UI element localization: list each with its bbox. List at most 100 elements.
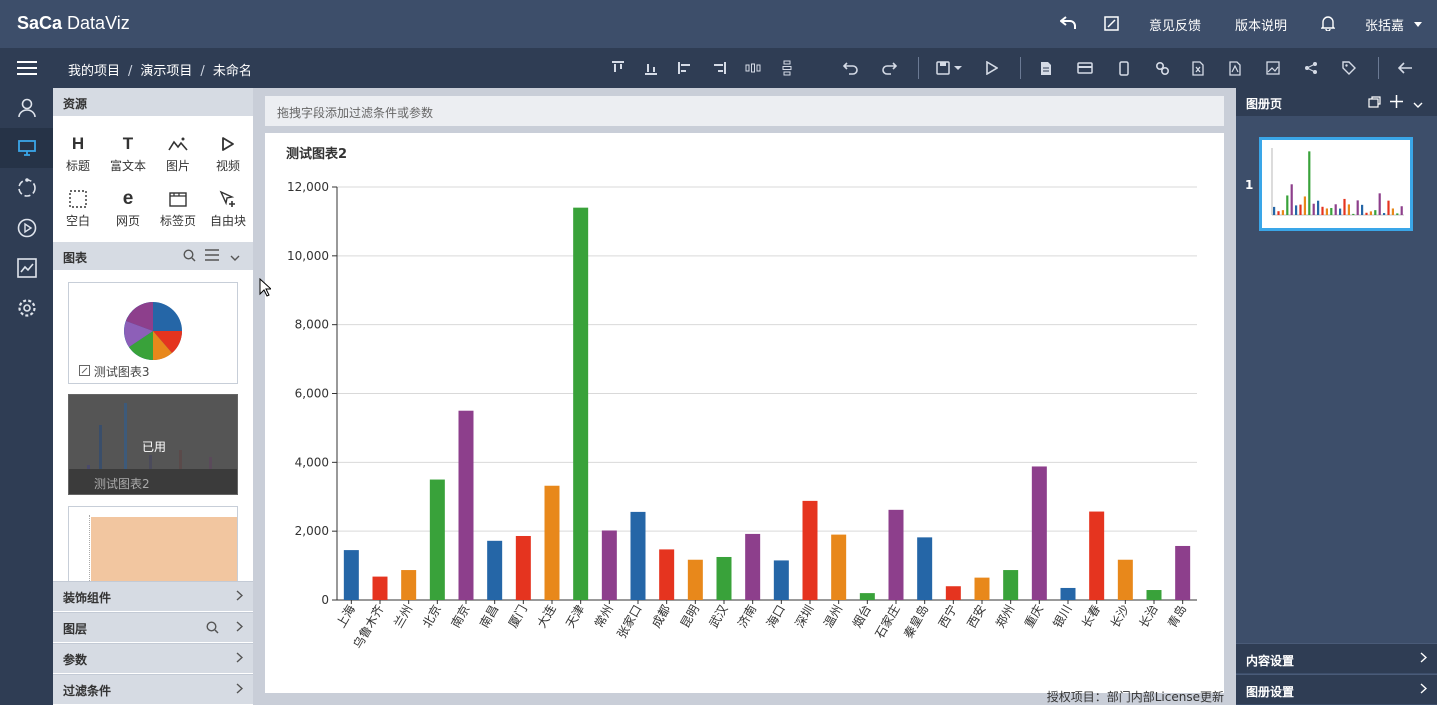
resource-rich-text[interactable]: T 富文本	[108, 133, 148, 174]
pdf-icon[interactable]	[1224, 57, 1246, 79]
link-icon[interactable]	[1151, 57, 1173, 79]
params-bar[interactable]: 参数	[53, 643, 253, 673]
mobile-icon[interactable]	[1113, 57, 1135, 79]
resource-video[interactable]: 视频	[208, 133, 248, 174]
resource-title[interactable]: H 标题	[58, 133, 98, 174]
tag-icon[interactable]	[1338, 57, 1360, 79]
share-icon[interactable]	[1300, 57, 1322, 79]
page-icon[interactable]	[1035, 57, 1057, 79]
user-menu[interactable]: 张括嘉	[1365, 15, 1404, 34]
bar-常州	[601, 530, 617, 600]
chart-card[interactable]: 测试图表2 0 2,000 4,000 6,000 8,000 10,000 12,000 上海…	[265, 133, 1224, 693]
chart-title: 测试图表2	[286, 146, 347, 162]
distribute-horizontal-icon[interactable]	[742, 57, 764, 79]
chart-thumb-label: 测试图表3	[79, 363, 149, 380]
license-text: 授权项目：部门内部License更新	[1046, 690, 1224, 704]
resource-tabs[interactable]: 标签页	[158, 188, 198, 229]
breadcrumb-item-demo[interactable]: 演示项目	[140, 64, 192, 79]
edit-icon[interactable]	[79, 365, 90, 379]
toolbar-divider	[1378, 57, 1379, 79]
table-thumbnail	[91, 517, 237, 582]
screen-icon[interactable]	[0, 128, 53, 168]
resource-webpage[interactable]: e 网页	[108, 188, 148, 229]
undo-icon[interactable]	[840, 57, 862, 79]
chart-thumb-pie[interactable]: 测试图表3	[68, 282, 238, 384]
refresh-circle-icon[interactable]	[0, 168, 53, 208]
search-icon[interactable]	[206, 621, 219, 637]
image-icon[interactable]	[1262, 57, 1284, 79]
bar-张家口	[630, 511, 646, 600]
layers-bar[interactable]: 图层	[53, 612, 253, 642]
filter-drop-zone[interactable]: 拖拽字段添加过滤条件或参数	[265, 96, 1224, 126]
add-page-icon[interactable]	[1390, 95, 1403, 111]
thumb-bar	[1317, 200, 1320, 215]
breadcrumb-item-projects[interactable]: 我的项目	[68, 64, 120, 79]
copy-page-icon[interactable]	[1368, 96, 1381, 111]
filters-bar[interactable]: 过滤条件	[53, 674, 253, 704]
resource-blank[interactable]: 空白	[58, 188, 98, 229]
album-settings-bar[interactable]: 图册设置	[1236, 674, 1437, 704]
distribute-vertical-icon[interactable]	[776, 57, 798, 79]
app-logo[interactable]: SaCa DataViz	[17, 13, 130, 34]
resource-free-block[interactable]: 自由块	[208, 188, 248, 229]
x-tick-label: 天津	[563, 603, 587, 631]
thumb-bar	[1347, 204, 1350, 215]
thumb-bar	[1299, 204, 1302, 215]
resource-label: 视频	[215, 159, 240, 173]
picture-icon	[158, 133, 198, 155]
album-pages-header: 图册页	[1236, 88, 1437, 116]
heading-icon: H	[71, 134, 85, 153]
x-tick-label: 重庆	[1022, 603, 1046, 631]
chevron-right-icon	[236, 652, 244, 666]
x-tick-label: 大连	[534, 602, 559, 630]
x-tick-label: 南京	[448, 602, 473, 630]
redo-icon[interactable]	[878, 57, 900, 79]
user-icon[interactable]	[0, 88, 53, 128]
chevron-down-icon[interactable]	[230, 251, 240, 265]
table-thumbnail-rows	[72, 515, 90, 581]
chart-thumb-table[interactable]	[68, 506, 238, 582]
content-settings-bar[interactable]: 内容设置	[1236, 643, 1437, 673]
play-circle-icon[interactable]	[0, 208, 53, 248]
page-thumbnail[interactable]	[1259, 137, 1413, 231]
thumb-bar	[1312, 203, 1315, 215]
align-top-icon[interactable]	[607, 57, 629, 79]
y-tick-label: 4,000	[295, 455, 329, 469]
x-tick-label: 张家口	[614, 602, 645, 641]
bar-重庆	[1031, 466, 1047, 600]
x-tick-label: 西安	[964, 602, 989, 630]
align-left-icon[interactable]	[674, 57, 696, 79]
resource-picture[interactable]: 图片	[158, 133, 198, 174]
page-number: 1	[1245, 178, 1254, 192]
edit-box-icon[interactable]	[1100, 12, 1122, 34]
caret-down-icon[interactable]	[1407, 13, 1429, 35]
thumb-bar	[1281, 210, 1284, 215]
play-icon[interactable]	[981, 57, 1003, 79]
bar-长治	[1146, 590, 1162, 600]
settings-icon[interactable]	[0, 288, 53, 328]
bell-icon[interactable]	[1317, 12, 1339, 34]
list-icon[interactable]	[205, 249, 219, 264]
search-icon[interactable]	[183, 249, 196, 265]
line-chart-icon[interactable]	[0, 248, 53, 288]
decor-components-bar[interactable]: 装饰组件	[53, 581, 253, 611]
bar-厦门	[515, 535, 531, 600]
thumb-bar	[1352, 213, 1355, 215]
menu-icon[interactable]	[0, 48, 53, 88]
card-icon[interactable]	[1074, 57, 1096, 79]
chart-thumb-bar[interactable]: 已用 测试图表2	[68, 394, 238, 495]
x-tick-label: 成都	[649, 603, 673, 631]
x-tick-label: 南昌	[476, 602, 501, 630]
chevron-down-icon[interactable]	[1413, 98, 1423, 112]
align-right-icon[interactable]	[708, 57, 730, 79]
back-arrow-icon[interactable]	[1394, 57, 1416, 79]
thumb-bar	[1273, 206, 1276, 215]
chevron-right-icon	[236, 590, 244, 604]
undo-arrow-icon[interactable]	[1057, 12, 1079, 34]
save-icon[interactable]	[932, 57, 966, 79]
align-bottom-icon[interactable]	[640, 57, 662, 79]
feedback-link[interactable]: 意见反馈	[1149, 15, 1201, 34]
breadcrumb-item-current[interactable]: 未命名	[213, 64, 252, 79]
version-notes-link[interactable]: 版本说明	[1235, 15, 1287, 34]
excel-icon[interactable]	[1187, 57, 1209, 79]
